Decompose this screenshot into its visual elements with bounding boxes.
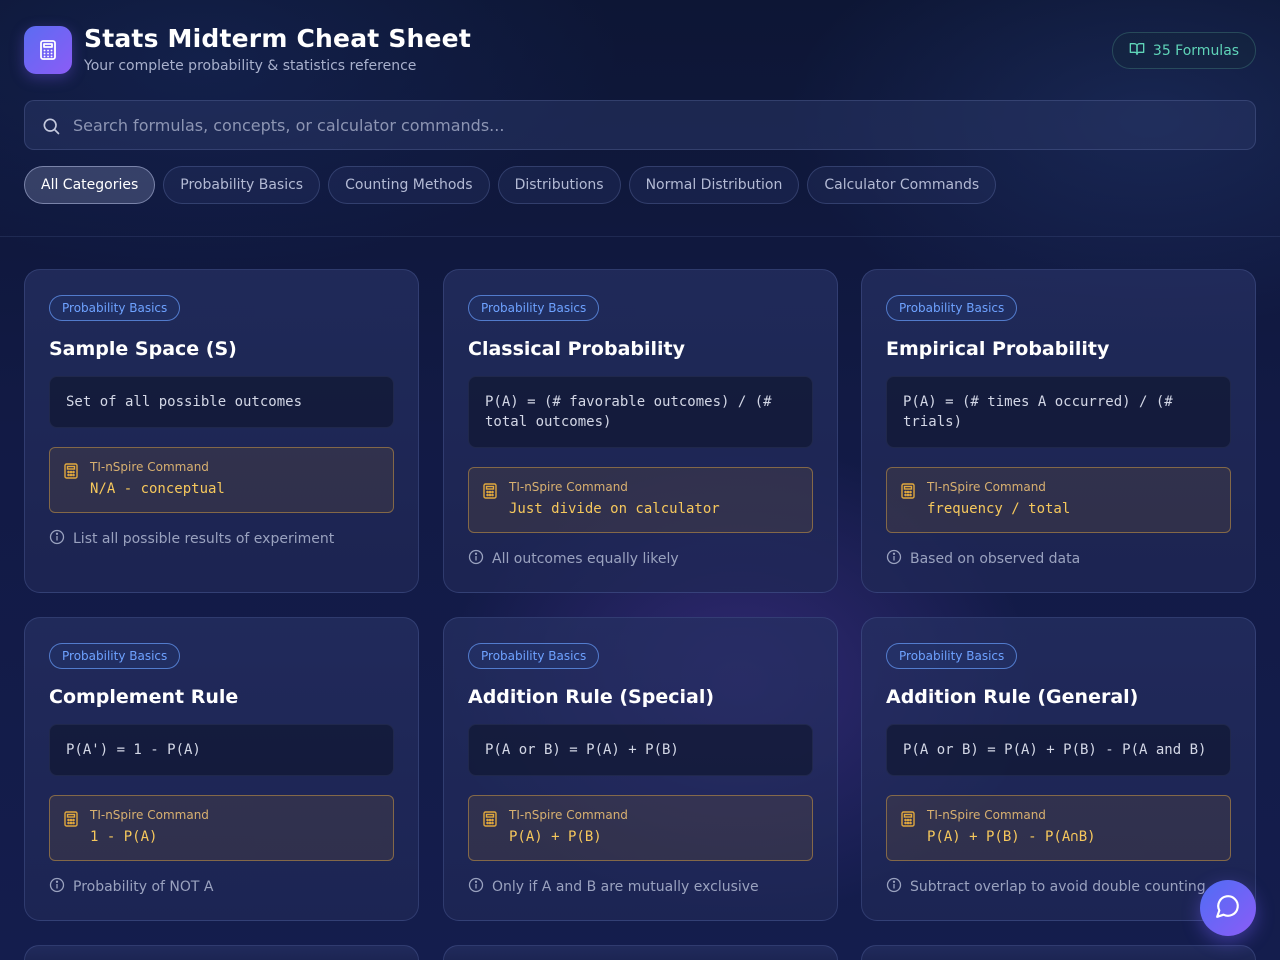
command-label: TI-nSpire Command	[509, 480, 628, 494]
note-text: All outcomes equally likely	[492, 551, 679, 567]
formula-box: P(A or B) = P(A) + P(B) - P(A and B)	[886, 724, 1231, 776]
page-subtitle: Your complete probability & statistics r…	[84, 58, 417, 74]
formula-count-badge: 35 Formulas	[1112, 32, 1256, 69]
command-label: TI-nSpire Command	[90, 460, 209, 474]
category-chip-all[interactable]: All Categories	[24, 166, 156, 204]
category-tag: Probability Basics	[468, 643, 600, 669]
note-text: Subtract overlap to avoid double countin…	[910, 879, 1206, 895]
formula-box: P(A') = 1 - P(A)	[49, 724, 394, 776]
book-open-icon	[1129, 41, 1145, 61]
chat-bubble-icon	[1215, 893, 1241, 923]
command-label: TI-nSpire Command	[927, 808, 1046, 822]
category-tag: Probability Basics	[886, 643, 1018, 669]
info-icon	[886, 877, 902, 897]
formula-note: List all possible results of experiment	[49, 529, 334, 549]
chat-button[interactable]	[1200, 880, 1256, 936]
category-tag: Probability Basics	[49, 295, 181, 321]
formula-card[interactable]: Probability Basics Classical Probability…	[443, 269, 838, 593]
formula-card[interactable]: Probability Basics Addition Rule (Genera…	[861, 617, 1256, 921]
info-icon	[49, 529, 65, 549]
category-tag: Probability Basics	[886, 295, 1018, 321]
formula-note: Based on observed data	[886, 549, 1080, 569]
formula-title: Sample Space (S)	[49, 338, 237, 360]
category-tag: Probability Basics	[49, 643, 181, 669]
formula-count-label: 35 Formulas	[1152, 42, 1240, 59]
category-chip-calculator-commands[interactable]: Calculator Commands	[807, 166, 997, 204]
formula-card[interactable]: Probability Basics Complement Rule P(A')…	[24, 617, 419, 921]
command-value: N/A - conceptual	[90, 481, 225, 497]
app-header: Stats Midterm Cheat Sheet Your complete …	[0, 0, 1280, 237]
formula-note: Subtract overlap to avoid double countin…	[886, 877, 1206, 897]
formula-box: P(A or B) = P(A) + P(B)	[468, 724, 813, 776]
formula-note: Probability of NOT A	[49, 877, 213, 897]
note-text: Based on observed data	[910, 551, 1081, 567]
formula-box: P(A) = (# times A occurred) / (# trials)	[886, 376, 1231, 448]
command-value: Just divide on calculator	[509, 501, 720, 517]
calculator-command-box: TI-nSpire Command N/A - conceptual	[49, 447, 394, 513]
formula-title: Classical Probability	[468, 338, 685, 360]
calculator-logo-icon	[24, 26, 72, 74]
note-text: List all possible results of experiment	[73, 531, 335, 547]
command-label: TI-nSpire Command	[509, 808, 628, 822]
calculator-command-box: TI-nSpire Command P(A) + P(B) - P(A∩B)	[886, 795, 1231, 861]
command-value: frequency / total	[927, 501, 1071, 517]
command-value: P(A) + P(B) - P(A∩B)	[927, 829, 1096, 845]
calculator-command-box: TI-nSpire Command frequency / total	[886, 467, 1231, 533]
formula-card[interactable]: Probability Basics Addition Rule (Specia…	[443, 617, 838, 921]
formula-note: Only if A and B are mutually exclusive	[468, 877, 759, 897]
info-icon	[468, 549, 484, 569]
calculator-icon	[901, 483, 915, 503]
calculator-icon	[483, 483, 497, 503]
info-icon	[468, 877, 484, 897]
category-filter-bar: All Categories Probability Basics Counti…	[24, 166, 997, 204]
category-tag: Probability Basics	[468, 295, 600, 321]
command-value: 1 - P(A)	[90, 829, 158, 845]
command-value: P(A) + P(B)	[509, 829, 602, 845]
formula-card-partial[interactable]	[861, 945, 1256, 960]
formula-card-partial[interactable]	[24, 945, 419, 960]
calculator-command-box: TI-nSpire Command 1 - P(A)	[49, 795, 394, 861]
calculator-command-box: TI-nSpire Command Just divide on calcula…	[468, 467, 813, 533]
formula-box: Set of all possible outcomes	[49, 376, 394, 428]
category-chip-probability-basics[interactable]: Probability Basics	[163, 166, 321, 204]
category-chip-normal-distribution[interactable]: Normal Distribution	[628, 166, 800, 204]
calculator-icon	[64, 463, 78, 483]
category-chip-counting-methods[interactable]: Counting Methods	[328, 166, 490, 204]
search-icon	[41, 116, 61, 140]
calculator-icon	[901, 811, 915, 831]
formula-card[interactable]: Probability Basics Empirical Probability…	[861, 269, 1256, 593]
command-label: TI-nSpire Command	[927, 480, 1046, 494]
formula-title: Complement Rule	[49, 686, 239, 708]
page-title: Stats Midterm Cheat Sheet	[84, 24, 471, 53]
formula-box: P(A) = (# favorable outcomes) / (# total…	[468, 376, 813, 448]
command-label: TI-nSpire Command	[90, 808, 209, 822]
formula-card[interactable]: Probability Basics Sample Space (S) Set …	[24, 269, 419, 593]
formula-title: Addition Rule (Special)	[468, 686, 715, 708]
calculator-icon	[483, 811, 497, 831]
info-icon	[886, 549, 902, 569]
formula-title: Empirical Probability	[886, 338, 1110, 360]
search-bar	[24, 100, 1256, 150]
note-text: Probability of NOT A	[73, 879, 214, 895]
formula-card-partial[interactable]	[443, 945, 838, 960]
note-text: Only if A and B are mutually exclusive	[492, 879, 759, 895]
calculator-icon	[64, 811, 78, 831]
category-chip-distributions[interactable]: Distributions	[497, 166, 621, 204]
search-input[interactable]	[73, 101, 1243, 149]
calculator-command-box: TI-nSpire Command P(A) + P(B)	[468, 795, 813, 861]
info-icon	[49, 877, 65, 897]
formula-title: Addition Rule (General)	[886, 686, 1139, 708]
formula-note: All outcomes equally likely	[468, 549, 679, 569]
